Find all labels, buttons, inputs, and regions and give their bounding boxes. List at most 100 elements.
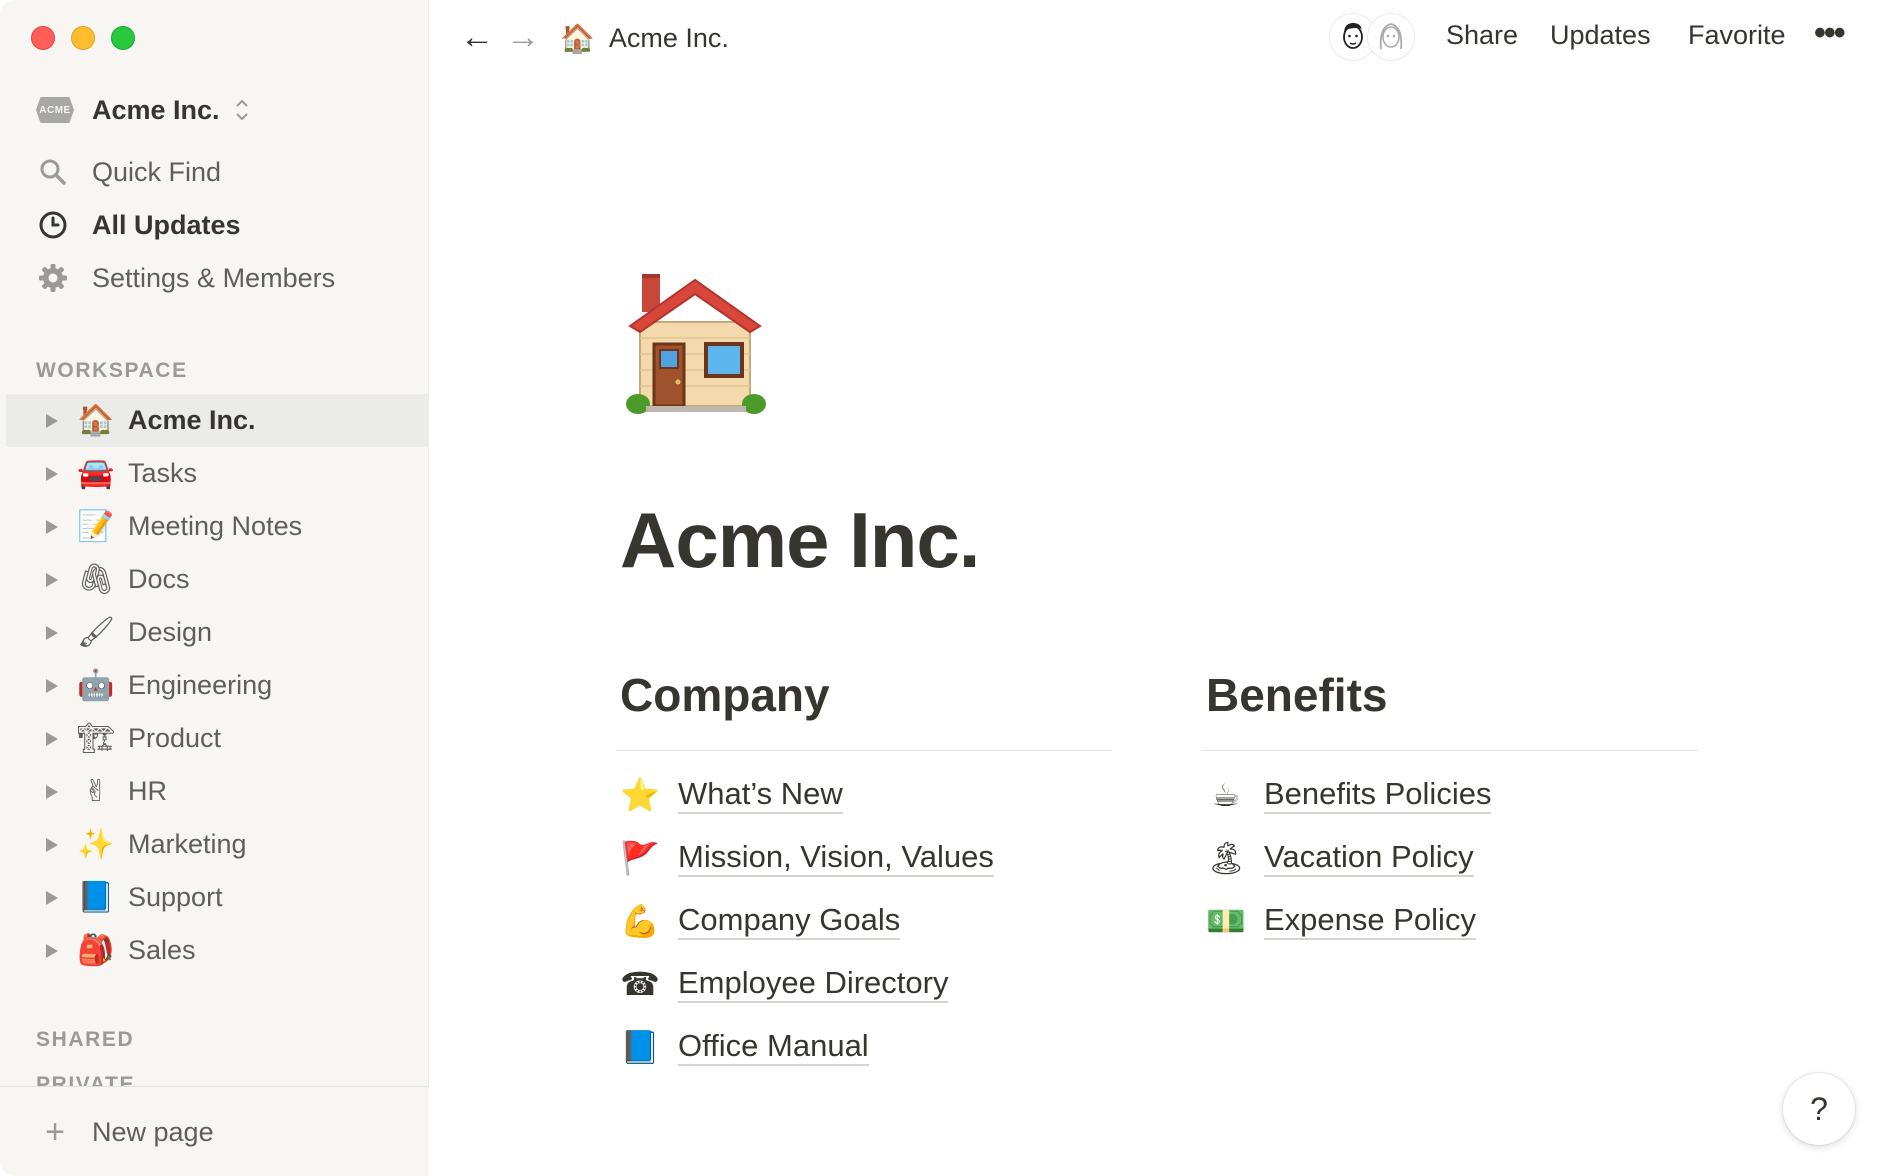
plus-icon: +	[45, 1113, 65, 1151]
gear-icon	[36, 261, 70, 295]
avatar[interactable]	[1368, 14, 1414, 60]
page-link-benefits-policies[interactable]: ☕ Benefits Policies	[1206, 763, 1698, 826]
share-button[interactable]: Share	[1446, 20, 1518, 51]
page-link-office-manual[interactable]: 📘 Office Manual	[620, 1015, 1112, 1078]
robot-icon: 🤖	[77, 668, 115, 703]
sidebar-item-engineering[interactable]: 🤖 Engineering	[6, 659, 429, 712]
sidebar-item-support[interactable]: 📘 Support	[6, 871, 429, 924]
expand-triangle-icon[interactable]	[46, 890, 58, 905]
sidebar-nav-label: Settings & Members	[92, 262, 336, 293]
blue-book-icon: 📘	[77, 880, 115, 915]
breadcrumb[interactable]: 🏠 Acme Inc.	[560, 18, 729, 58]
construction-crane-icon: 🏗	[76, 721, 116, 756]
window-controls	[31, 26, 135, 50]
sidebar-item-docs[interactable]: 🖇 Docs	[6, 553, 429, 606]
expand-triangle-icon[interactable]	[46, 731, 58, 746]
expand-triangle-icon[interactable]	[46, 837, 58, 852]
page-link-employee-directory[interactable]: ☎ Employee Directory	[620, 952, 1112, 1015]
workspace-logo: ACME	[36, 97, 74, 123]
desert-island-icon: 🏝	[1206, 838, 1247, 877]
favorite-button[interactable]: Favorite	[1688, 20, 1786, 51]
expand-triangle-icon[interactable]	[46, 678, 58, 693]
help-button[interactable]: ?	[1783, 1073, 1855, 1145]
chevron-up-down-icon	[234, 97, 250, 123]
victory-hand-icon: ✌	[83, 774, 109, 809]
company-heading: Company	[620, 669, 830, 721]
breadcrumb-label: Acme Inc.	[608, 22, 729, 53]
company-links: ⭐ What’s New 🚩 Mission, Vision, Values 💪…	[616, 763, 1112, 1078]
sidebar-item-label: Tasks	[128, 458, 198, 488]
blue-book-icon: 📘	[620, 1027, 660, 1066]
page-link-label[interactable]: Mission, Vision, Values	[678, 839, 994, 877]
topbar: ← → 🏠 Acme Inc. Share Updates Favorite •…	[430, 0, 1890, 76]
house-icon[interactable]	[620, 260, 770, 420]
dollar-banknote-icon: 💵	[1206, 901, 1246, 940]
expand-triangle-icon[interactable]	[46, 519, 58, 534]
collaborator-avatars[interactable]	[1330, 14, 1414, 60]
page-link-whats-new[interactable]: ⭐ What’s New	[620, 763, 1112, 826]
page-link-label[interactable]: Vacation Policy	[1264, 839, 1474, 877]
backpack-icon: 🎒	[77, 933, 115, 968]
sidebar-quick-find[interactable]: Quick Find	[36, 152, 221, 192]
benefits-heading: Benefits	[1206, 669, 1388, 721]
sidebar-footer: + New page	[0, 1086, 429, 1176]
sidebar-item-label: Design	[128, 617, 213, 647]
expand-triangle-icon[interactable]	[46, 784, 58, 799]
page-link-expense-policy[interactable]: 💵 Expense Policy	[1206, 889, 1698, 952]
house-icon: 🏠	[560, 22, 595, 54]
expand-triangle-icon[interactable]	[46, 943, 58, 958]
page-link-label[interactable]: Company Goals	[678, 902, 901, 940]
sidebar-nav-label: All Updates	[92, 209, 241, 240]
sidebar-item-design[interactable]: 🖌 Design	[6, 606, 429, 659]
sidebar-item-product[interactable]: 🏗 Product	[6, 712, 429, 765]
sidebar-item-label: Engineering	[128, 670, 273, 700]
page-link-label[interactable]: Benefits Policies	[1264, 776, 1492, 814]
expand-triangle-icon[interactable]	[46, 572, 58, 587]
sidebar-all-updates[interactable]: All Updates	[36, 205, 241, 245]
page-link-label[interactable]: Employee Directory	[678, 965, 949, 1003]
forward-arrow-icon[interactable]: →	[506, 18, 540, 57]
sidebar-item-tasks[interactable]: 🚘 Tasks	[6, 447, 429, 500]
memo-icon: 📝	[77, 509, 115, 544]
zoom-window-button[interactable]	[111, 26, 135, 50]
telephone-icon: ☎	[620, 964, 660, 1003]
page-link-mission-vision-values[interactable]: 🚩 Mission, Vision, Values	[620, 826, 1112, 889]
sidebar-settings-members[interactable]: Settings & Members	[36, 258, 335, 298]
sparkles-icon: ✨	[77, 827, 115, 862]
page-link-label[interactable]: Expense Policy	[1264, 902, 1476, 940]
sidebar: ACME Acme Inc. Quick Find All Updates Se…	[0, 0, 429, 1176]
expand-triangle-icon[interactable]	[46, 625, 58, 640]
sidebar-item-meeting-notes[interactable]: 📝 Meeting Notes	[6, 500, 429, 553]
sidebar-item-marketing[interactable]: ✨ Marketing	[6, 818, 429, 871]
sidebar-item-sales[interactable]: 🎒 Sales	[6, 924, 429, 977]
page-link-label[interactable]: Office Manual	[678, 1028, 869, 1066]
back-arrow-icon[interactable]: ←	[460, 18, 494, 57]
new-page-button[interactable]: + New page	[40, 1113, 214, 1152]
heading-divider	[1202, 750, 1698, 751]
workspace-switcher[interactable]: ACME Acme Inc.	[36, 92, 250, 128]
more-options-icon[interactable]: •••	[1814, 14, 1846, 53]
close-window-button[interactable]	[31, 26, 55, 50]
expand-triangle-icon[interactable]	[46, 466, 58, 481]
car-icon: 🚘	[77, 456, 115, 491]
benefits-links: ☕ Benefits Policies 🏝 Vacation Policy 💵 …	[1202, 763, 1698, 952]
sidebar-item-label: HR	[128, 776, 167, 806]
page-title[interactable]: Acme Inc.	[620, 495, 980, 586]
search-icon	[36, 155, 70, 189]
sidebar-item-acme-inc[interactable]: 🏠 Acme Inc.	[6, 394, 429, 447]
expand-triangle-icon[interactable]	[46, 413, 58, 428]
star-icon: ⭐	[620, 775, 660, 814]
sidebar-nav-label: Quick Find	[92, 156, 222, 187]
minimize-window-button[interactable]	[71, 26, 95, 50]
sidebar-item-hr[interactable]: ✌ HR	[6, 765, 429, 818]
sidebar-item-label: Sales	[128, 935, 196, 965]
coffee-icon: ☕	[1211, 775, 1241, 814]
sidebar-page-list: 🏠 Acme Inc. 🚘 Tasks 📝 Meeting Notes 🖇 Do…	[6, 394, 429, 977]
benefits-column: Benefits ☕ Benefits Policies 🏝 Vacation …	[1202, 668, 1698, 952]
updates-button[interactable]: Updates	[1550, 20, 1651, 51]
page-link-label[interactable]: What’s New	[678, 776, 843, 814]
red-flag-icon: 🚩	[620, 838, 660, 877]
page-link-vacation-policy[interactable]: 🏝 Vacation Policy	[1206, 826, 1698, 889]
page-link-company-goals[interactable]: 💪 Company Goals	[620, 889, 1112, 952]
workspace-name: Acme Inc.	[92, 94, 220, 125]
